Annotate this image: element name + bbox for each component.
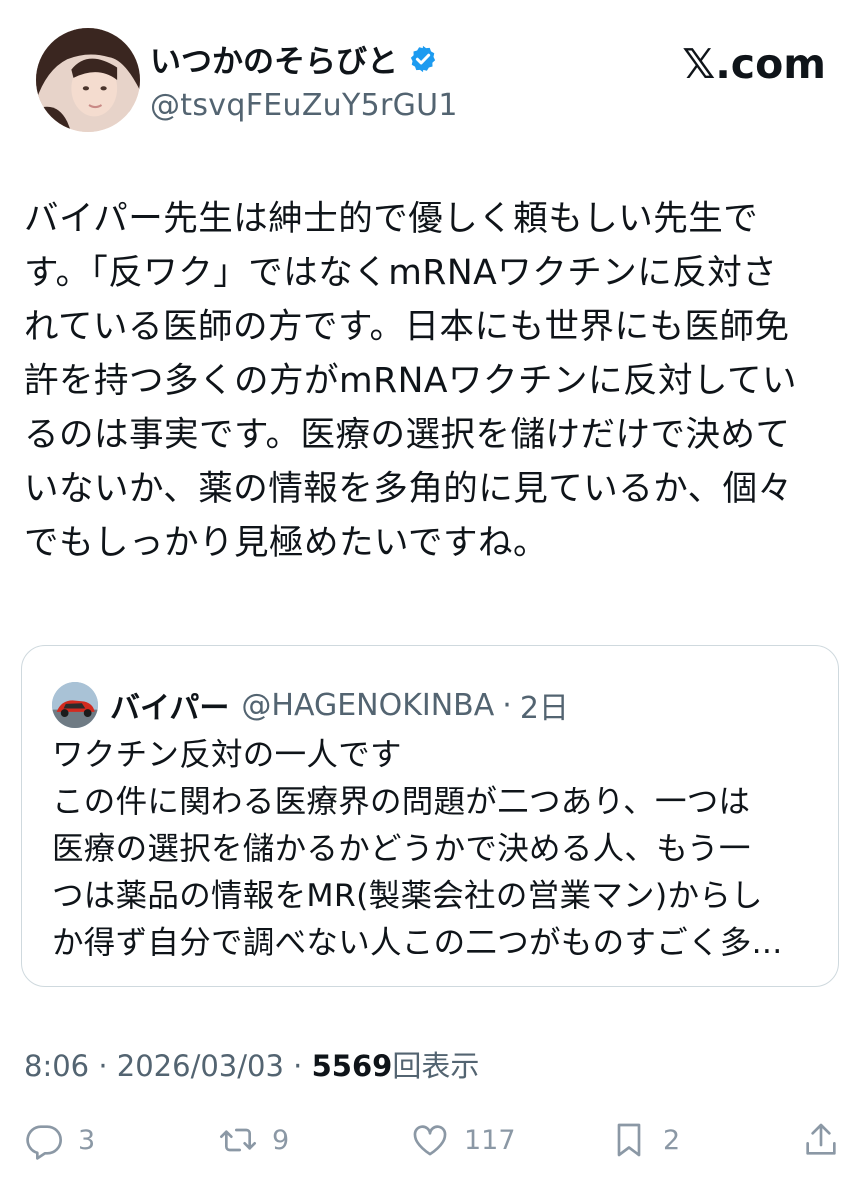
share-icon bbox=[806, 1123, 836, 1155]
tweet-text-line: す。「反ワク」ではなくmRNAワクチンに反対さ bbox=[24, 253, 778, 293]
author-display-name[interactable]: いつかのそらびと bbox=[150, 36, 398, 81]
car-avatar-image bbox=[52, 682, 98, 728]
quoted-text-line: 医療の選択を儲かるかどうかで決める人、もう一 bbox=[52, 831, 751, 867]
separator-dot: · bbox=[293, 1049, 303, 1083]
quoted-author-name[interactable]: バイパー bbox=[110, 683, 229, 727]
bookmark-count: 2 bbox=[663, 1124, 681, 1156]
quoted-tweet-header: バイパー @HAGENOKINBA · 2日 bbox=[52, 682, 569, 728]
quoted-tweet-card[interactable]: バイパー @HAGENOKINBA · 2日 ワクチン反対の一人です この件に関… bbox=[21, 645, 839, 987]
tweet-text-line: れている医師の方です。日本にも世界にも医師免 bbox=[24, 307, 790, 347]
quoted-text-line: ワクチン反対の一人です bbox=[52, 737, 402, 773]
tweet-text-line: バイパー先生は紳士的で優しく頼もしい先生で bbox=[24, 199, 759, 239]
tweet-text: バイパー先生は紳士的で優しく頼もしい先生で す。「反ワク」ではなくmRNAワクチ… bbox=[24, 192, 840, 570]
quoted-text-line: つは薬品の情報をMR(製薬会社の営業マン)からし bbox=[52, 878, 763, 914]
author-avatar-image bbox=[36, 28, 140, 132]
quoted-tweet-time[interactable]: 2日 bbox=[520, 683, 569, 727]
reply-icon bbox=[26, 1125, 62, 1160]
quoted-text-line: か得ず自分で調べない人この二つがものすごく多... bbox=[52, 925, 783, 961]
separator-dot: · bbox=[502, 687, 512, 723]
tweet-text-line: でもしっかり見極めたいですね。 bbox=[24, 523, 548, 563]
view-count: 5569 bbox=[311, 1049, 393, 1083]
share-button[interactable] bbox=[801, 1120, 841, 1160]
quoted-author-handle[interactable]: @HAGENOKINBA bbox=[241, 688, 494, 723]
tweet-meta: 8:06 · 2026/03/03 · 5569回表示 bbox=[24, 1043, 479, 1085]
action-bar: 3 9 117 2 bbox=[24, 1120, 840, 1162]
tweet-text-line: 許を持つ多くの方がmRNAワクチンに反対してい bbox=[24, 361, 797, 401]
separator-dot: · bbox=[98, 1049, 108, 1083]
repost-icon bbox=[220, 1128, 256, 1152]
x-brand-logo: 𝕏.com bbox=[682, 40, 826, 88]
tweet-time[interactable]: 8:06 bbox=[24, 1049, 89, 1083]
like-icon bbox=[413, 1125, 447, 1156]
bookmark-button[interactable]: 2 bbox=[609, 1120, 680, 1160]
quoted-author-avatar[interactable] bbox=[52, 682, 98, 728]
reply-button[interactable]: 3 bbox=[24, 1120, 95, 1160]
verified-badge-icon bbox=[410, 45, 436, 72]
tweet-date[interactable]: 2026/03/03 bbox=[117, 1049, 284, 1083]
reply-count: 3 bbox=[78, 1124, 96, 1156]
repost-count: 9 bbox=[272, 1124, 290, 1156]
like-count: 117 bbox=[464, 1124, 516, 1156]
author-name-row: いつかのそらびと bbox=[150, 36, 438, 81]
tweet-text-line: いないか、薬の情報を多角的に見ているか、個々 bbox=[24, 469, 793, 509]
quoted-text-line: この件に関わる医療界の問題が二つあり、一つは bbox=[52, 784, 751, 820]
tweet-text-line: るのは事実です。医療の選択を儲けだけで決めて bbox=[24, 415, 791, 455]
author-avatar[interactable] bbox=[36, 28, 140, 132]
bookmark-icon bbox=[617, 1123, 641, 1157]
view-count-label: 回表示 bbox=[392, 1049, 480, 1083]
like-button[interactable]: 117 bbox=[410, 1120, 516, 1160]
author-handle[interactable]: @tsvqFEuZuY5rGU1 bbox=[150, 88, 458, 123]
repost-button[interactable]: 9 bbox=[218, 1120, 289, 1160]
quoted-tweet-text: ワクチン反対の一人です この件に関わる医療界の問題が二つあり、一つは 医療の選択… bbox=[52, 732, 822, 967]
